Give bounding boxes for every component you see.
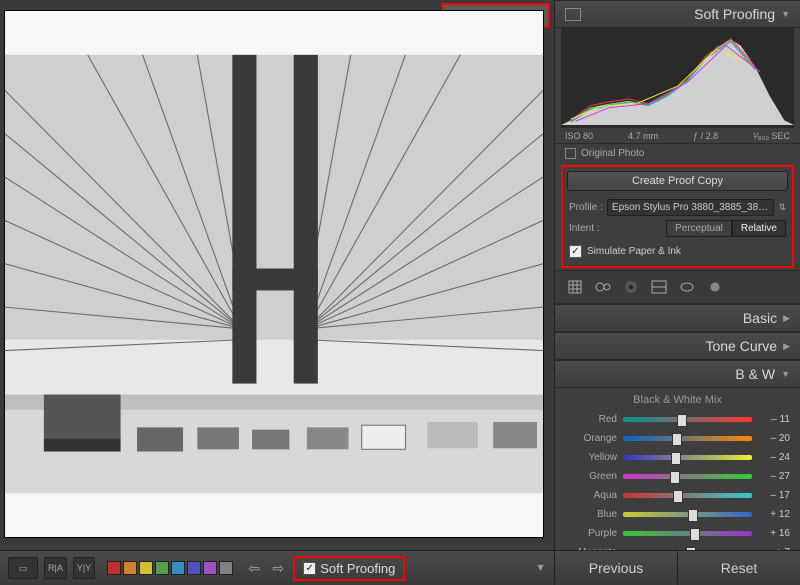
color-swatch[interactable]: [107, 561, 121, 575]
checkmark-icon: ✓: [303, 562, 316, 575]
brush-tool-icon[interactable]: [705, 277, 725, 297]
previous-button[interactable]: Previous: [555, 551, 677, 585]
gamut-warning-icon[interactable]: [565, 8, 581, 21]
soft-proofing-header[interactable]: Soft Proofing ▼: [555, 0, 800, 28]
grad-filter-icon[interactable]: [649, 277, 669, 297]
loupe-view-button[interactable]: ▭: [8, 557, 38, 579]
compare-view-button[interactable]: R|A: [44, 557, 67, 579]
intent-row: Intent : Perceptual Relative: [567, 218, 788, 239]
bw-slider-yellow[interactable]: Yellow– 24: [565, 448, 790, 467]
bw-slider-orange[interactable]: Orange– 20: [565, 429, 790, 448]
soft-proofing-toggle[interactable]: ✓ Soft Proofing: [293, 556, 405, 581]
tone-curve-panel-header[interactable]: Tone Curve▶: [555, 332, 800, 360]
bw-panel-header[interactable]: B & W▼: [555, 360, 800, 388]
profile-dropdown[interactable]: Epson Stylus Pro 3880_3885_389…: [607, 199, 775, 216]
bw-panel: Black & White Mix Red– 11Orange– 20Yello…: [555, 388, 800, 550]
chevron-down-icon: ▼: [781, 9, 790, 19]
checkmark-icon: ✓: [569, 245, 582, 258]
color-swatch[interactable]: [187, 561, 201, 575]
simulate-paper-toggle[interactable]: ✓ Simulate Paper & Ink: [567, 239, 788, 260]
color-swatch[interactable]: [171, 561, 185, 575]
color-swatch[interactable]: [155, 561, 169, 575]
survey-view-button[interactable]: Y|Y: [73, 557, 95, 579]
bottom-toolbar: ▭ R|A Y|Y ⇦ ⇨ ✓ Soft Proofing ▼: [0, 550, 554, 585]
photo-bridge: [5, 11, 543, 537]
proof-settings: Create Proof Copy Profile : Epson Stylus…: [561, 165, 794, 268]
basic-panel-header[interactable]: Basic▶: [555, 304, 800, 332]
create-proof-copy-button[interactable]: Create Proof Copy: [567, 171, 788, 191]
color-swatch[interactable]: [139, 561, 153, 575]
color-swatch[interactable]: [203, 561, 217, 575]
bottom-buttons: Previous Reset: [555, 550, 800, 585]
canvas-area: Proof Preview: [0, 0, 554, 550]
color-swatch[interactable]: [219, 561, 233, 575]
tool-strip: [555, 270, 800, 304]
right-panel: Soft Proofing ▼ ISO 80 4.7 mm ƒ / 2.8 ¹⁄…: [554, 0, 800, 585]
bw-mix-title: Black & White Mix: [565, 394, 790, 406]
square-icon: [565, 148, 576, 159]
color-swatch[interactable]: [123, 561, 137, 575]
histogram-exif: ISO 80 4.7 mm ƒ / 2.8 ¹⁄₈₀₀ SEC: [555, 128, 800, 143]
prev-photo-arrow[interactable]: ⇦: [245, 560, 263, 577]
redeye-tool-icon[interactable]: [621, 277, 641, 297]
main-column: Proof Preview: [0, 0, 554, 585]
profile-row: Profile : Epson Stylus Pro 3880_3885_389…: [567, 197, 788, 218]
reset-button[interactable]: Reset: [677, 551, 800, 585]
bw-slider-green[interactable]: Green– 27: [565, 467, 790, 486]
toolbar-menu-icon[interactable]: ▼: [535, 562, 546, 574]
histogram[interactable]: [561, 28, 794, 128]
app-root: Proof Preview: [0, 0, 800, 585]
bw-slider-magenta[interactable]: Magenta+ 7: [565, 543, 790, 550]
intent-perceptual-button[interactable]: Perceptual: [666, 220, 732, 237]
image-frame[interactable]: [4, 10, 544, 538]
spot-removal-icon[interactable]: [593, 277, 613, 297]
color-label-swatches: [107, 561, 233, 575]
bw-slider-red[interactable]: Red– 11: [565, 410, 790, 429]
bw-slider-blue[interactable]: Blue+ 12: [565, 505, 790, 524]
original-photo-toggle[interactable]: Original Photo: [555, 143, 800, 163]
bw-slider-aqua[interactable]: Aqua– 17: [565, 486, 790, 505]
intent-relative-button[interactable]: Relative: [732, 220, 786, 237]
radial-filter-icon[interactable]: [677, 277, 697, 297]
bw-slider-purple[interactable]: Purple+ 16: [565, 524, 790, 543]
next-photo-arrow[interactable]: ⇨: [269, 560, 287, 577]
updown-icon[interactable]: ⇅: [778, 202, 786, 213]
soft-proofing-label: Soft Proofing: [320, 561, 395, 576]
crop-tool-icon[interactable]: [565, 277, 585, 297]
